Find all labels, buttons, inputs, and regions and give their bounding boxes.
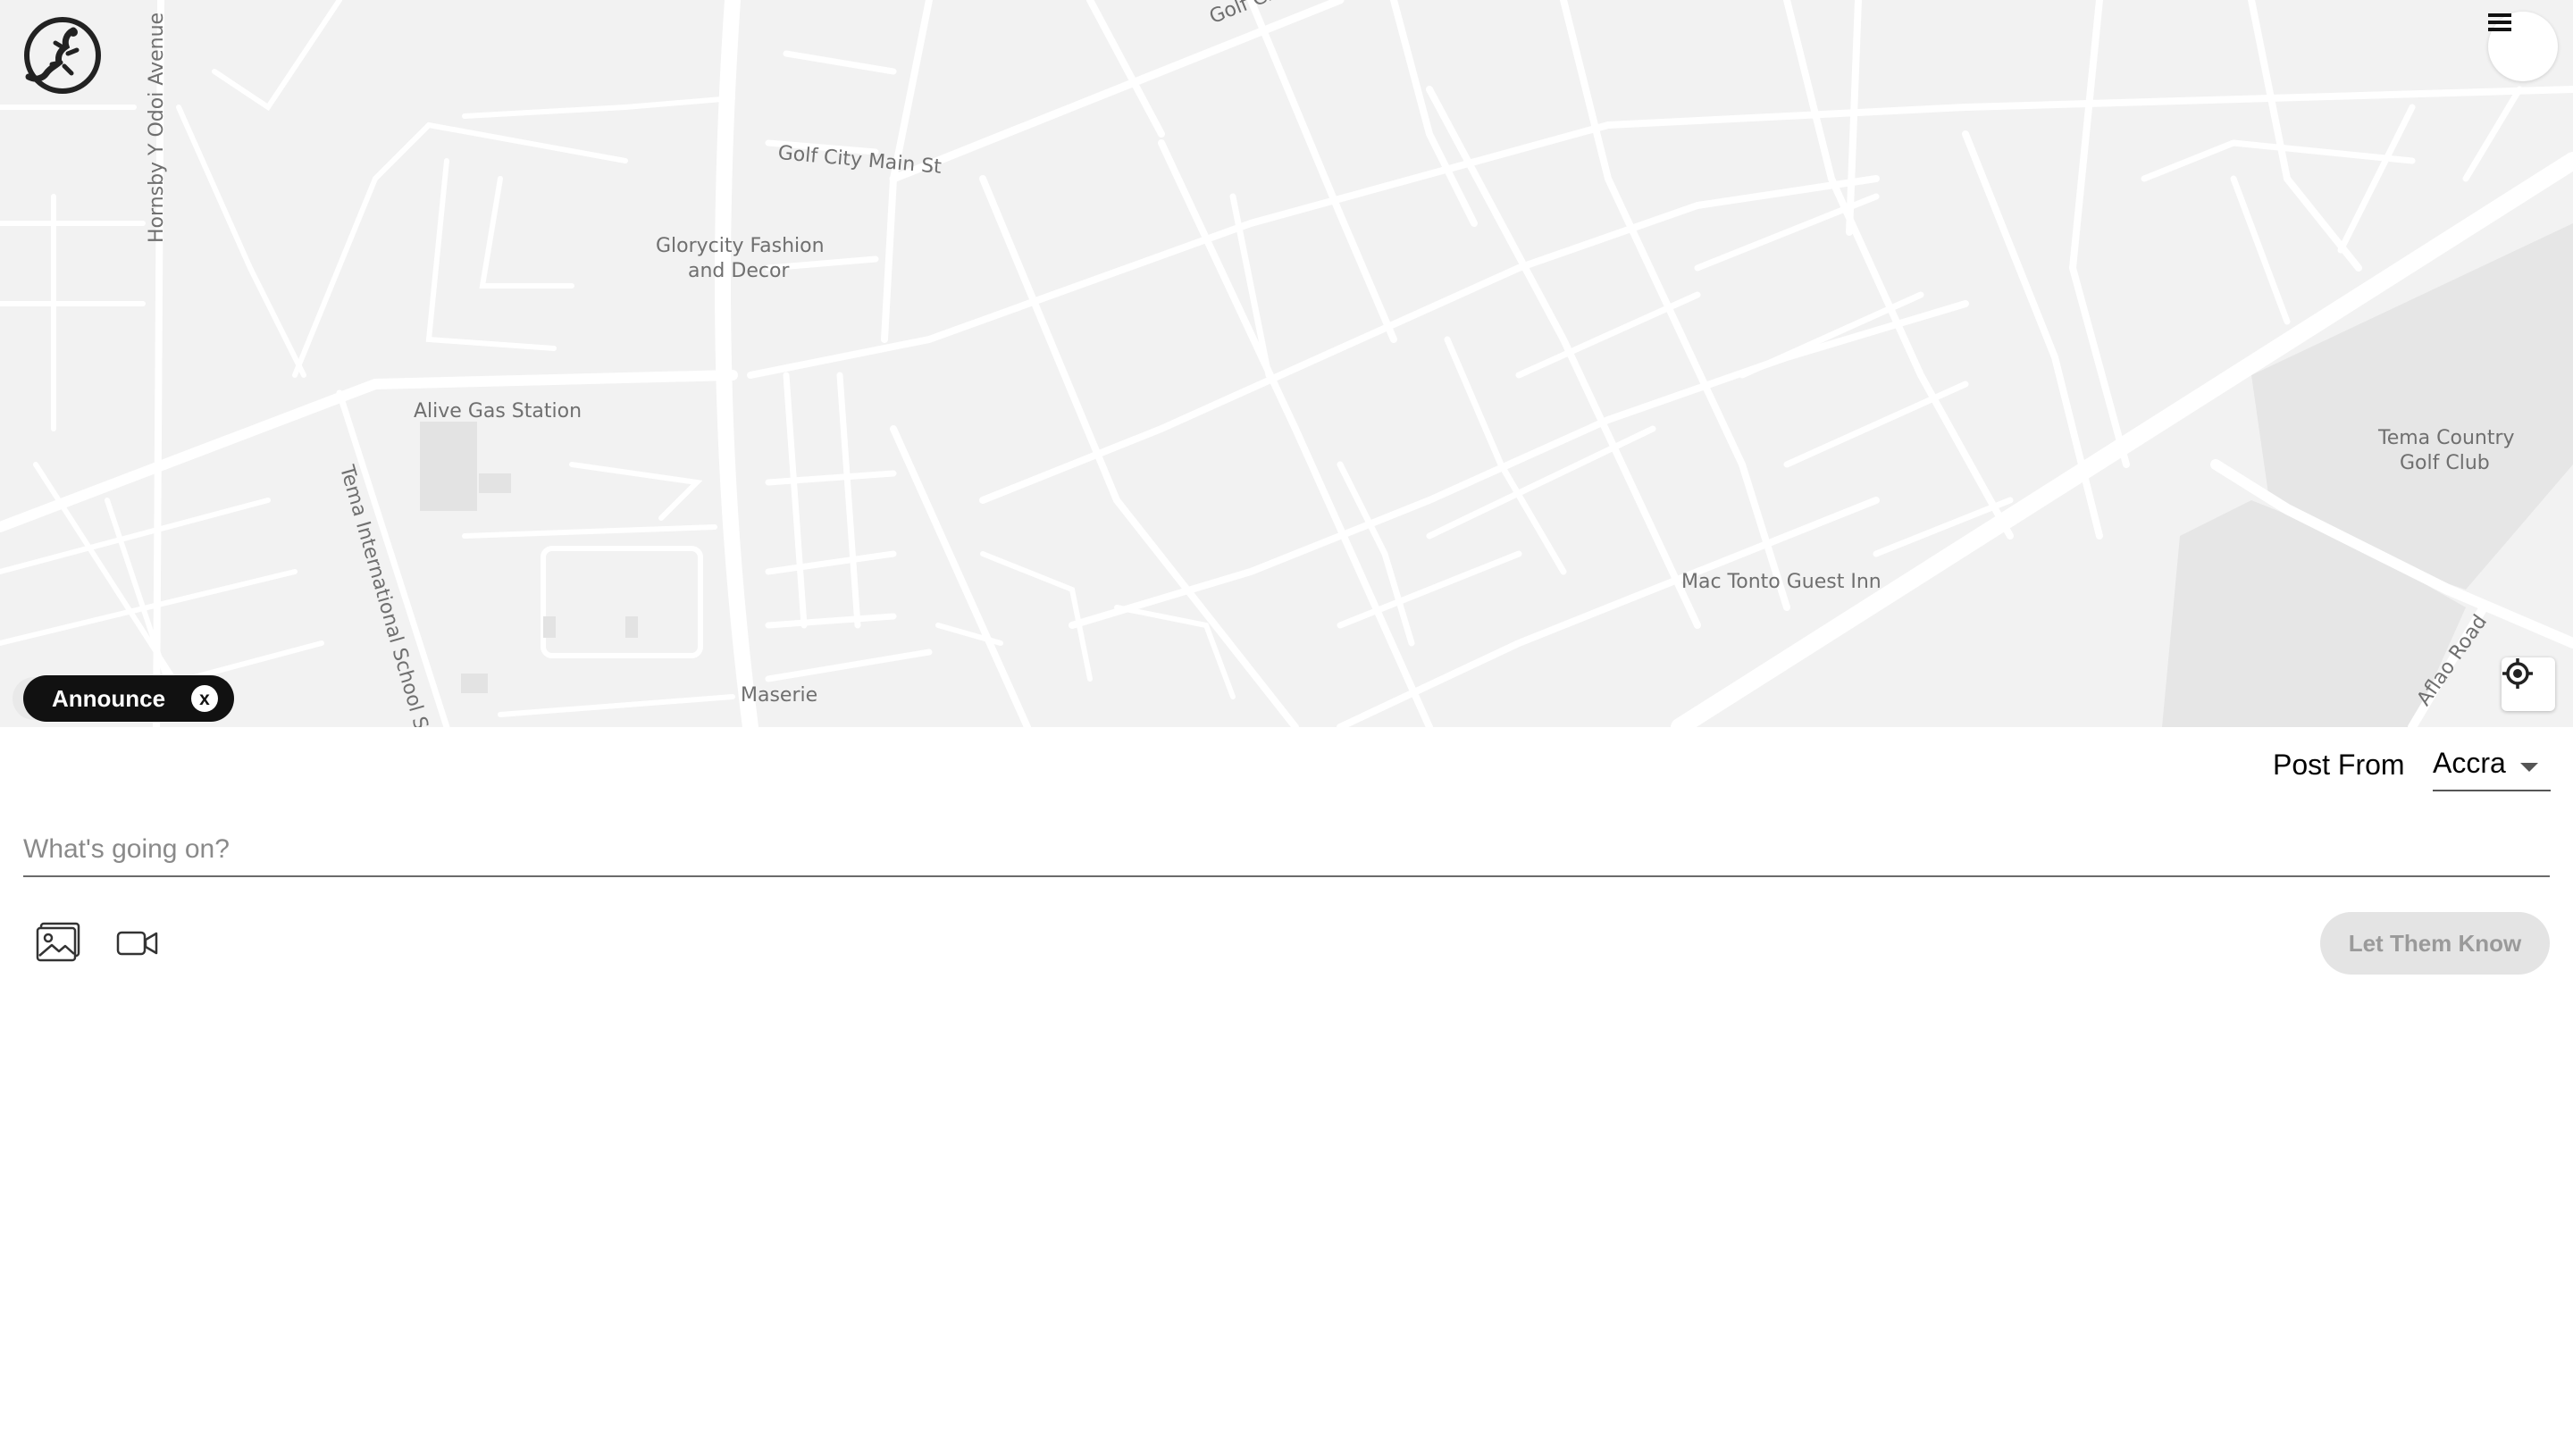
gecko-logo-icon[interactable] — [20, 14, 102, 96]
hamburger-menu-icon — [2488, 13, 2511, 31]
map-label-maserie: Maserie — [741, 684, 818, 707]
post-from-value: Accra — [2433, 747, 2506, 779]
map-label-glorycity-line2: and Decor — [688, 260, 790, 282]
announce-tag-close-button[interactable]: x — [191, 685, 218, 712]
map-label-alive-gas-station: Alive Gas Station — [414, 400, 582, 423]
map-label-hornsby: Hornsby Y Odoi Avenue — [146, 12, 168, 243]
map-label-glorycity-line1: Glorycity Fashion — [656, 235, 825, 257]
add-image-button[interactable] — [36, 922, 80, 967]
announce-tag[interactable]: Announce x — [23, 675, 234, 722]
post-from-label: Post From — [2273, 749, 2405, 781]
map-view[interactable]: Golf City Main Golf City Main St Hornsby… — [0, 0, 2573, 727]
image-icon — [36, 922, 80, 962]
let-them-know-button[interactable]: Let Them Know — [2320, 912, 2550, 975]
add-video-button[interactable] — [116, 929, 159, 962]
video-camera-icon — [116, 931, 158, 956]
locate-me-button[interactable] — [2502, 657, 2555, 711]
post-from-dropdown[interactable]: Accra — [2433, 743, 2551, 791]
announce-tag-label: Announce — [52, 684, 166, 712]
chevron-down-icon — [2520, 763, 2538, 772]
map-label-tema-golf-line2: Golf Club — [2400, 452, 2490, 474]
crosshair-locate-icon — [2502, 658, 2533, 689]
map-label-tema-golf-line1: Tema Country — [2378, 427, 2515, 449]
compose-input[interactable] — [23, 824, 2550, 877]
map-label-mac-tonto: Mac Tonto Guest Inn — [1681, 571, 1882, 593]
menu-button[interactable] — [2488, 12, 2558, 81]
